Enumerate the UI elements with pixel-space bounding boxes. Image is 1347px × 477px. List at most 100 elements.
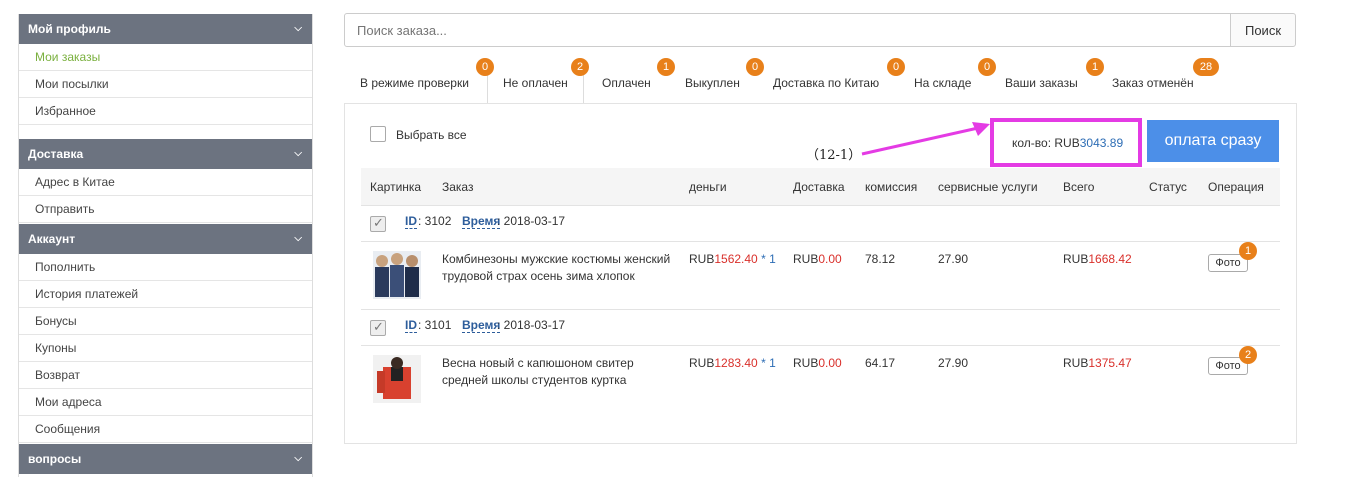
product-thumbnail[interactable]	[373, 251, 421, 299]
order-time-label: Время	[462, 318, 501, 333]
column-header: Операция	[1208, 180, 1264, 194]
tab-count-badge: 2	[571, 58, 589, 76]
order-id-label: ID	[405, 214, 417, 229]
select-all-label[interactable]: Выбрать все	[396, 128, 467, 142]
currency: RUB	[1063, 356, 1089, 370]
sidebar-item-refund[interactable]: Возврат	[19, 362, 312, 389]
order-commission: 78.12	[865, 252, 896, 266]
order-service: 27.90	[938, 252, 969, 266]
tab-count-badge: 0	[746, 58, 764, 76]
column-header: комиссия	[865, 180, 918, 194]
annotation-arrow	[861, 122, 990, 156]
column-header: Картинка	[370, 180, 422, 194]
chevron-down-icon: ⌵	[294, 453, 302, 464]
column-header: Всего	[1063, 180, 1095, 194]
tab-in-review[interactable]: В режиме проверки	[360, 68, 469, 104]
tab-in-warehouse[interactable]: На складе	[914, 68, 971, 104]
currency: RUB	[689, 356, 715, 370]
tab-purchased[interactable]: Выкуплен	[685, 68, 740, 104]
total-label: кол-во:	[1012, 136, 1052, 150]
order-time: : 2018-03-17	[497, 214, 566, 228]
total-currency: RUB	[1054, 136, 1080, 150]
total-amount: кол-во: RUB3043.89	[1012, 136, 1123, 150]
order-title-line[interactable]: трудовой страх осень зима хлопок	[442, 269, 635, 283]
sidebar-section-delivery[interactable]: Доставка ⌵	[19, 139, 312, 169]
sidebar-item-china-address[interactable]: Адрес в Китае	[19, 169, 312, 196]
sidebar-section-title: вопросы	[28, 452, 82, 466]
photo-count-badge: 1	[1239, 242, 1257, 260]
photo-count-badge: 2	[1239, 346, 1257, 364]
total-value: 3043.89	[1079, 136, 1124, 150]
sidebar-section-title: Мой профиль	[28, 22, 111, 36]
sidebar-item-my-addresses[interactable]: Мои адреса	[19, 389, 312, 416]
price-value: 1562.40	[714, 252, 758, 266]
sidebar-section-title: Аккаунт	[28, 232, 76, 246]
tab-count-badge: 1	[1086, 58, 1104, 76]
column-header: сервисные услуги	[938, 180, 1038, 194]
currency: RUB	[689, 252, 715, 266]
sidebar-section-questions[interactable]: вопросы ⌵	[19, 444, 312, 474]
currency: RUB	[793, 356, 819, 370]
tab-count-badge: 0	[476, 58, 494, 76]
sidebar-item-top-up[interactable]: Пополнить	[19, 254, 312, 281]
column-header: Доставка	[793, 180, 845, 194]
chevron-down-icon: ⌵	[294, 233, 302, 244]
sidebar-section-account[interactable]: Аккаунт ⌵	[19, 224, 312, 254]
order-id: : 3101	[418, 318, 452, 332]
chevron-down-icon: ⌵	[294, 148, 302, 159]
order-service: 27.90	[938, 356, 969, 370]
sidebar-item-favorites[interactable]: Избранное	[19, 98, 312, 125]
search-input[interactable]	[344, 13, 1231, 47]
tab-count-badge: 0	[978, 58, 996, 76]
tab-count-badge: 0	[887, 58, 905, 76]
order-shipping: RUB0.00	[793, 252, 842, 266]
order-shipping: RUB0.00	[793, 356, 842, 370]
order-title-line[interactable]: Комбинезоны мужские костюмы женский	[442, 252, 670, 266]
tab-unpaid[interactable]: Не оплачен	[487, 68, 584, 104]
product-thumbnail[interactable]	[373, 355, 421, 403]
order-time: : 2018-03-17	[497, 318, 566, 332]
order-checkbox[interactable]	[370, 215, 386, 232]
tab-paid[interactable]: Оплачен	[602, 68, 651, 104]
order-total: RUB1668.42	[1063, 252, 1132, 266]
sidebar-section-title: Доставка	[28, 147, 84, 161]
tab-count-badge: 28	[1193, 58, 1219, 76]
sidebar-item-my-parcels[interactable]: Мои посылки	[19, 71, 312, 98]
sidebar-item-messages[interactable]: Сообщения	[19, 416, 312, 443]
order-price: RUB1562.40 * 1	[689, 252, 776, 266]
order-total: RUB1375.47	[1063, 356, 1132, 370]
tab-cancelled[interactable]: Заказ отменён	[1112, 68, 1194, 104]
tab-china-delivery[interactable]: Доставка по Китаю	[773, 68, 879, 104]
currency: RUB	[793, 252, 819, 266]
quantity: * 1	[757, 356, 776, 370]
column-header: Заказ	[442, 180, 474, 194]
order-commission: 64.17	[865, 356, 896, 370]
sidebar: Мой профиль ⌵ Мои заказы Мои посылки Изб…	[18, 14, 313, 477]
order-checkbox[interactable]	[370, 319, 386, 336]
sidebar-section-profile[interactable]: Мой профиль ⌵	[19, 14, 312, 44]
order-time-label: Время	[462, 214, 501, 229]
price-value: 1283.40	[714, 356, 758, 370]
tab-count-badge: 1	[657, 58, 675, 76]
order-id: : 3102	[418, 214, 452, 228]
search-button[interactable]: Поиск	[1230, 13, 1296, 47]
currency: RUB	[1063, 252, 1089, 266]
shipping-value: 0.00	[818, 356, 842, 370]
quantity: * 1	[757, 252, 776, 266]
total-value: 1375.47	[1088, 356, 1132, 370]
sidebar-item-my-orders[interactable]: Мои заказы	[19, 44, 312, 71]
sidebar-item-coupons[interactable]: Купоны	[19, 335, 312, 362]
sidebar-item-send[interactable]: Отправить	[19, 196, 312, 223]
column-header: деньги	[689, 180, 727, 194]
shipping-value: 0.00	[818, 252, 842, 266]
tab-your-orders[interactable]: Ваши заказы	[1005, 68, 1078, 104]
annotation-label: （12-1）	[806, 148, 862, 163]
order-id-label: ID	[405, 318, 417, 333]
sidebar-item-payment-history[interactable]: История платежей	[19, 281, 312, 308]
sidebar-item-bonuses[interactable]: Бонусы	[19, 308, 312, 335]
order-title-line[interactable]: Весна новый с капюшоном свитер	[442, 356, 634, 370]
order-price: RUB1283.40 * 1	[689, 356, 776, 370]
order-title-line[interactable]: средней школы студентов куртка	[442, 373, 626, 387]
pay-now-button[interactable]: оплата сразу	[1147, 120, 1279, 162]
select-all-checkbox[interactable]	[370, 126, 386, 142]
